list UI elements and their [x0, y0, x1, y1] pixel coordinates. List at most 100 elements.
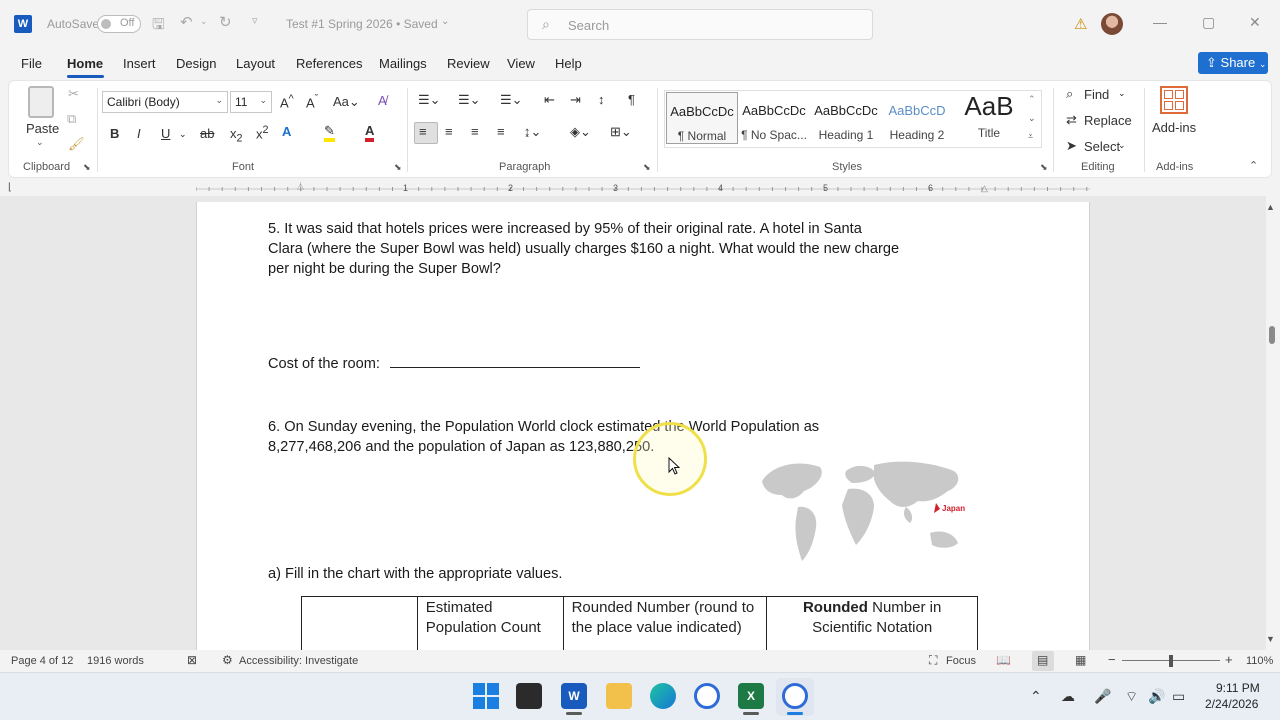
avatar[interactable] [1101, 13, 1123, 35]
scroll-down-icon[interactable]: ▼ [1266, 634, 1275, 644]
save-icon[interactable]: 🖫 [152, 14, 165, 39]
word-count[interactable]: 1916 words [87, 655, 144, 667]
collapse-ribbon-icon[interactable]: ⌃ [1249, 159, 1258, 172]
replace-button[interactable]: Replace [1084, 113, 1132, 128]
styles-more-icon[interactable]: ⩡ [1028, 131, 1033, 142]
scroll-thumb[interactable] [1269, 326, 1275, 344]
show-formatting-icon[interactable]: ¶ [628, 92, 635, 107]
close-icon[interactable]: ✕ [1249, 14, 1261, 31]
search-input[interactable]: Search [568, 18, 609, 33]
tray-chevron-up-icon[interactable]: ⌃ [1030, 688, 1042, 705]
paste-button[interactable]: Paste [26, 121, 59, 136]
proofing-icon[interactable]: ⊠ [187, 653, 197, 667]
subscript-icon[interactable]: x2 [230, 126, 243, 145]
share-button[interactable]: ⇪ Share ⌄ [1198, 52, 1268, 74]
shading-icon[interactable]: ◈⌄ [570, 124, 591, 140]
edge-icon[interactable] [650, 683, 676, 709]
restore-icon[interactable]: ▢ [1202, 14, 1215, 31]
tab-mailings[interactable]: Mailings [379, 56, 427, 71]
zoom-level[interactable]: 110% [1246, 655, 1273, 667]
tab-selector-icon[interactable]: ⌊ [8, 182, 12, 193]
vertical-scrollbar[interactable]: ▲ ▼ [1266, 202, 1278, 650]
table-header-cell[interactable]: Estimated Population Count [416, 596, 564, 650]
redo-icon[interactable]: ↻ [219, 13, 232, 31]
focus-button[interactable]: Focus [946, 655, 976, 667]
customize-qat-icon[interactable]: ▿ [252, 14, 258, 27]
increase-indent-icon[interactable]: ⇥ [570, 92, 581, 108]
paste-icon[interactable] [28, 86, 54, 118]
select-chevron-down-icon[interactable]: ⌄ [1118, 140, 1126, 151]
replace-icon[interactable]: ⇄ [1066, 112, 1077, 128]
right-indent-marker-icon[interactable]: △ [981, 183, 988, 194]
tab-file[interactable]: File [21, 56, 42, 71]
table-header-cell[interactable]: Rounded Number (round to the place value… [562, 596, 768, 650]
focus-icon[interactable]: ⛶ [929, 653, 937, 668]
find-button[interactable]: Find [1084, 87, 1109, 102]
tab-home[interactable]: Home [67, 56, 103, 71]
accessibility-icon[interactable]: ⚙ [222, 653, 233, 667]
cost-line[interactable]: Cost of the room: [268, 354, 668, 374]
zoom-out-icon[interactable]: − [1108, 652, 1116, 667]
cut-icon[interactable]: ✂ [68, 86, 79, 102]
title-chevron-down-icon[interactable]: ⌄ [441, 16, 449, 27]
population-table[interactable]: Estimated Population Count Rounded Numbe… [301, 596, 979, 650]
underline-chevron-down-icon[interactable]: ⌄ [179, 129, 187, 140]
tab-help[interactable]: Help [555, 56, 582, 71]
start-icon[interactable] [473, 683, 499, 709]
style-normal[interactable]: AaBbCcDc ¶ Normal [666, 92, 738, 144]
add-ins-button[interactable]: Add-ins [1152, 120, 1196, 135]
tab-design[interactable]: Design [176, 56, 216, 71]
clock-time[interactable]: 9:11 PM [1216, 681, 1260, 695]
bullets-icon[interactable]: ☰⌄ [418, 92, 441, 108]
excel-icon[interactable]: X [738, 683, 764, 709]
shrink-font-icon[interactable]: Aˇ [306, 93, 318, 110]
zoom-in-icon[interactable]: + [1225, 652, 1233, 667]
bold-icon[interactable]: B [110, 126, 119, 141]
font-name-combo[interactable]: Calibri (Body) ⌄ [102, 91, 228, 113]
style-title[interactable]: AaB Title [953, 92, 1025, 144]
horizontal-ruler[interactable] [196, 180, 1090, 196]
file-explorer-icon[interactable] [606, 683, 632, 709]
font-size-combo[interactable]: 11 ⌄ [230, 91, 272, 113]
page-count[interactable]: Page 4 of 12 [11, 655, 73, 667]
zoom-slider-thumb[interactable] [1169, 655, 1173, 667]
copy-icon[interactable]: ⧉ [67, 111, 76, 127]
search-box[interactable]: ⌕ Search [527, 9, 873, 40]
undo-icon[interactable]: ↶ [180, 13, 193, 31]
borders-icon[interactable]: ⊞⌄ [610, 124, 632, 140]
add-ins-icon[interactable] [1160, 86, 1188, 114]
microphone-icon[interactable]: 🎤 [1094, 688, 1111, 705]
tab-view[interactable]: View [507, 56, 535, 71]
grow-font-icon[interactable]: A^ [280, 93, 294, 110]
clock-date[interactable]: 2/24/2026 [1205, 697, 1258, 711]
multilevel-list-icon[interactable]: ☰⌄ [500, 92, 523, 108]
line-spacing-icon[interactable]: ↨⌄ [524, 124, 541, 140]
italic-icon[interactable]: I [137, 126, 141, 141]
volume-icon[interactable]: 🔊 [1148, 688, 1165, 705]
decrease-indent-icon[interactable]: ⇤ [544, 92, 555, 108]
part-a-instruction[interactable]: a) Fill in the chart with the appropriat… [268, 564, 668, 584]
web-layout-icon[interactable]: ▦ [1075, 653, 1086, 667]
justify-icon[interactable]: ≡ [497, 124, 505, 139]
font-color-icon[interactable]: A [365, 124, 375, 142]
highlight-icon[interactable]: ✎ [324, 124, 335, 142]
battery-icon[interactable]: ▭ [1172, 688, 1185, 705]
wifi-icon[interactable]: ⌔ [1125, 688, 1138, 706]
find-chevron-down-icon[interactable]: ⌄ [1118, 88, 1126, 99]
autosave-toggle[interactable]: Off [97, 15, 141, 33]
align-right-icon[interactable]: ≡ [471, 124, 479, 139]
minimize-icon[interactable]: — [1153, 14, 1167, 30]
word-taskbar-icon[interactable]: W [561, 683, 587, 709]
clear-formatting-icon[interactable]: A̸ [378, 93, 387, 108]
align-center-icon[interactable]: ≡ [445, 124, 453, 139]
tab-references[interactable]: References [296, 56, 362, 71]
underline-icon[interactable]: U [161, 126, 170, 141]
screen-recorder-icon[interactable] [694, 683, 720, 709]
style-heading-2[interactable]: AaBbCcD Heading 2 [881, 92, 953, 144]
left-indent-marker-icon[interactable]: ⏃ [296, 180, 305, 193]
read-mode-icon[interactable]: 📖 [996, 653, 1011, 667]
accessibility-status[interactable]: Accessibility: Investigate [239, 655, 358, 667]
question-5[interactable]: 5. It was said that hotels prices were i… [268, 219, 988, 279]
select-icon[interactable]: ➤ [1066, 138, 1077, 154]
screen-recorder-active-icon[interactable] [782, 683, 808, 709]
